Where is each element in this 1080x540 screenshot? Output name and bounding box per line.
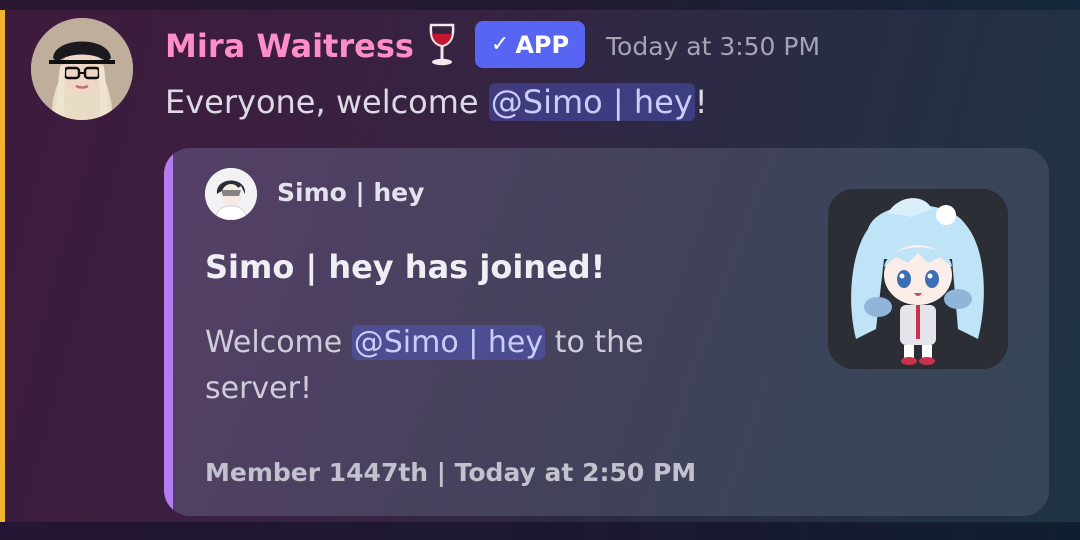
embed-accent-bar bbox=[164, 148, 173, 516]
wine-glass-icon bbox=[425, 22, 459, 68]
embed-avatar-portrait-icon bbox=[205, 168, 257, 220]
author-avatar[interactable] bbox=[31, 18, 133, 120]
app-badge: ✓ APP bbox=[475, 21, 585, 68]
next-message-edge bbox=[0, 522, 1080, 540]
embed-desc-before: Welcome bbox=[205, 325, 352, 360]
embed-description: Welcome @Simo | hey to the server! bbox=[205, 320, 675, 412]
author-name[interactable]: Mira Waitress bbox=[165, 26, 414, 66]
embed-thumbnail[interactable] bbox=[828, 189, 1008, 369]
embed-title: Simo | hey has joined! bbox=[205, 248, 606, 286]
app-badge-label: APP bbox=[515, 30, 570, 59]
embed-footer: Member 1447th | Today at 2:50 PM bbox=[205, 458, 697, 487]
verified-check-icon: ✓ bbox=[490, 32, 510, 57]
user-mention[interactable]: @Simo | hey bbox=[488, 83, 695, 121]
avatar-portrait-icon bbox=[31, 18, 133, 120]
embed-user-mention[interactable]: @Simo | hey bbox=[351, 325, 546, 360]
embed-author-name[interactable]: Simo | hey bbox=[277, 178, 424, 207]
welcome-embed: Simo | hey Simo | hey has joined! Welcom… bbox=[164, 148, 1049, 516]
embed-author-avatar[interactable] bbox=[205, 168, 257, 220]
anime-character-icon bbox=[828, 189, 1008, 369]
message-timestamp[interactable]: Today at 3:50 PM bbox=[606, 30, 820, 64]
mention-highlight-bar bbox=[0, 10, 5, 522]
message-content: Everyone, welcome @Simo | hey! bbox=[165, 78, 708, 126]
message-text-before: Everyone, welcome bbox=[165, 83, 489, 121]
message-text-after: ! bbox=[694, 83, 708, 121]
discord-message-screen: Mira Waitress ✓ APP Today at 3:50 PM Eve… bbox=[0, 0, 1080, 540]
previous-message-edge bbox=[0, 0, 1080, 10]
